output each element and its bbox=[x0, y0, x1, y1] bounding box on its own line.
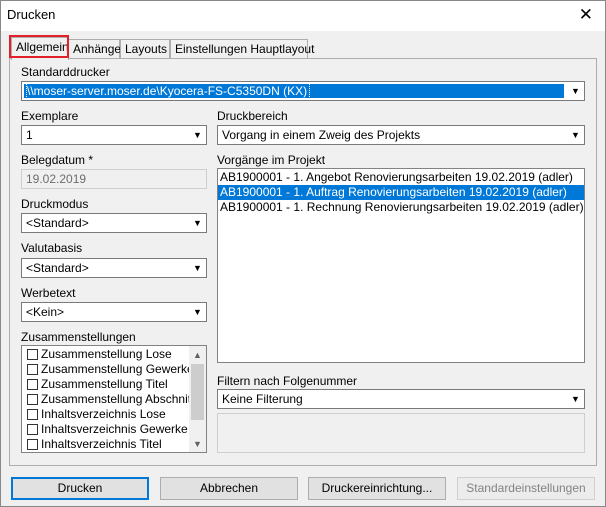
tab-label: Anhänge bbox=[73, 42, 122, 56]
filter-detail-box bbox=[217, 413, 585, 453]
checkbox[interactable] bbox=[27, 409, 38, 420]
vorgaenge-listbox[interactable]: AB1900001 - 1. Angebot Renovierungsarbei… bbox=[217, 168, 585, 363]
werbetext-label: Werbetext bbox=[21, 286, 76, 300]
werbetext-value: <Kein> bbox=[26, 305, 65, 319]
chevron-down-icon[interactable]: ▼ bbox=[189, 214, 206, 232]
druckmodus-value: <Standard> bbox=[26, 216, 89, 230]
checklist-item[interactable]: Inhaltsverzeichnis Titel bbox=[22, 437, 206, 452]
checklist-item[interactable]: Zusammenstellung Lose bbox=[22, 347, 206, 362]
checklist-item[interactable]: Zusammenstellung Gewerke bbox=[22, 362, 206, 377]
checklist-item[interactable]: Inhaltsverzeichnis Lose bbox=[22, 407, 206, 422]
tab-label: Einstellungen Hauptlayout bbox=[175, 42, 315, 56]
standardeinstellungen-button[interactable]: Standardeinstellungen bbox=[457, 477, 595, 500]
checklist-item[interactable]: Inhaltsverzeichnis Gewerke bbox=[22, 422, 206, 437]
druckbereich-select[interactable]: Vorgang in einem Zweig des Projekts ▼ bbox=[217, 125, 585, 145]
druckbereich-value: Vorgang in einem Zweig des Projekts bbox=[222, 128, 421, 142]
chevron-down-icon[interactable]: ▼ bbox=[189, 303, 206, 321]
druckbereich-label: Druckbereich bbox=[217, 109, 288, 123]
valutabasis-select[interactable]: <Standard> ▼ bbox=[21, 258, 207, 278]
tab-einstellungen-hauptlayout[interactable]: Einstellungen Hauptlayout bbox=[170, 39, 314, 59]
checkbox[interactable] bbox=[27, 424, 38, 435]
tab-anhaenge[interactable]: Anhänge bbox=[68, 39, 122, 59]
chevron-down-icon[interactable]: ▼ bbox=[189, 259, 206, 277]
checklist-item-label: Inhaltsverzeichnis Gewerke bbox=[41, 422, 188, 436]
scroll-up-icon[interactable]: ▲ bbox=[189, 346, 206, 363]
checklist-item-label: Zusammenstellung Lose bbox=[41, 347, 172, 361]
list-item[interactable]: AB1900001 - 1. Auftrag Renovierungsarbei… bbox=[218, 185, 584, 200]
zusammenstellungen-label: Zusammenstellungen bbox=[21, 330, 136, 344]
exemplare-value: 1 bbox=[26, 128, 33, 142]
title-bar: Drucken ✕ bbox=[1, 1, 605, 31]
filtern-value: Keine Filterung bbox=[222, 392, 303, 406]
chevron-down-icon[interactable]: ▼ bbox=[567, 82, 584, 100]
standarddrucker-label: Standarddrucker bbox=[21, 65, 110, 79]
checklist-item-label: Inhaltsverzeichnis Titel bbox=[41, 437, 162, 451]
checklist-item-label: Zusammenstellung Abschnitte bbox=[41, 392, 202, 406]
belegdatum-label: Belegdatum * bbox=[21, 153, 94, 167]
exemplare-select[interactable]: 1 ▼ bbox=[21, 125, 207, 145]
chevron-down-icon[interactable]: ▼ bbox=[567, 126, 584, 144]
checkbox[interactable] bbox=[27, 394, 38, 405]
tab-allgemein[interactable]: Allgemein bbox=[11, 37, 69, 60]
checklist-item-label: Zusammenstellung Titel bbox=[41, 377, 168, 391]
checklist-item[interactable]: Zusammenstellung Titel bbox=[22, 377, 206, 392]
tab-label: Allgemein bbox=[16, 40, 69, 54]
standarddrucker-select[interactable]: \\moser-server.moser.de\Kyocera-FS-C5350… bbox=[21, 81, 585, 101]
checkbox[interactable] bbox=[27, 439, 38, 450]
checklist-item-label: Zusammenstellung Gewerke bbox=[41, 362, 194, 376]
scroll-thumb[interactable] bbox=[191, 364, 204, 420]
druckmodus-select[interactable]: <Standard> ▼ bbox=[21, 213, 207, 233]
list-item[interactable]: AB1900001 - 1. Angebot Renovierungsarbei… bbox=[218, 170, 584, 185]
checklist-item[interactable]: Zusammenstellung Abschnitte bbox=[22, 392, 206, 407]
drucken-button[interactable]: Drucken bbox=[11, 477, 149, 500]
druckereinrichtung-button[interactable]: Druckereinrichtung... bbox=[308, 477, 446, 500]
checklist-item-label: Inhaltsverzeichnis Lose bbox=[41, 407, 166, 421]
valutabasis-value: <Standard> bbox=[26, 261, 89, 275]
chevron-down-icon[interactable]: ▼ bbox=[189, 126, 206, 144]
abbrechen-button[interactable]: Abbrechen bbox=[160, 477, 298, 500]
close-icon[interactable]: ✕ bbox=[579, 5, 593, 25]
werbetext-select[interactable]: <Kein> ▼ bbox=[21, 302, 207, 322]
window-title: Drucken bbox=[7, 7, 56, 22]
checkbox[interactable] bbox=[27, 379, 38, 390]
scroll-down-icon[interactable]: ▼ bbox=[189, 435, 206, 452]
checkbox[interactable] bbox=[27, 349, 38, 360]
print-dialog: Drucken ✕ Allgemein Anhänge Layouts Eins… bbox=[0, 0, 606, 507]
filtern-select[interactable]: Keine Filterung ▼ bbox=[217, 389, 585, 409]
exemplare-label: Exemplare bbox=[21, 109, 79, 123]
belegdatum-field[interactable]: 19.02.2019 bbox=[21, 169, 207, 189]
checkbox[interactable] bbox=[27, 364, 38, 375]
druckmodus-label: Druckmodus bbox=[21, 197, 89, 211]
tab-layouts[interactable]: Layouts bbox=[120, 39, 170, 59]
list-item[interactable]: AB1900001 - 1. Rechnung Renovierungsarbe… bbox=[218, 200, 584, 215]
zusammenstellungen-checklist[interactable]: Zusammenstellung Lose Zusammenstellung G… bbox=[21, 345, 207, 453]
standarddrucker-value: \\moser-server.moser.de\Kyocera-FS-C5350… bbox=[26, 84, 311, 98]
valutabasis-label: Valutabasis bbox=[21, 241, 83, 255]
scrollbar[interactable]: ▲ ▼ bbox=[189, 346, 206, 452]
filtern-label: Filtern nach Folgenummer bbox=[217, 374, 358, 388]
vorgaenge-label: Vorgänge im Projekt bbox=[217, 153, 326, 167]
chevron-down-icon[interactable]: ▼ bbox=[567, 390, 584, 408]
tab-label: Layouts bbox=[125, 42, 168, 56]
